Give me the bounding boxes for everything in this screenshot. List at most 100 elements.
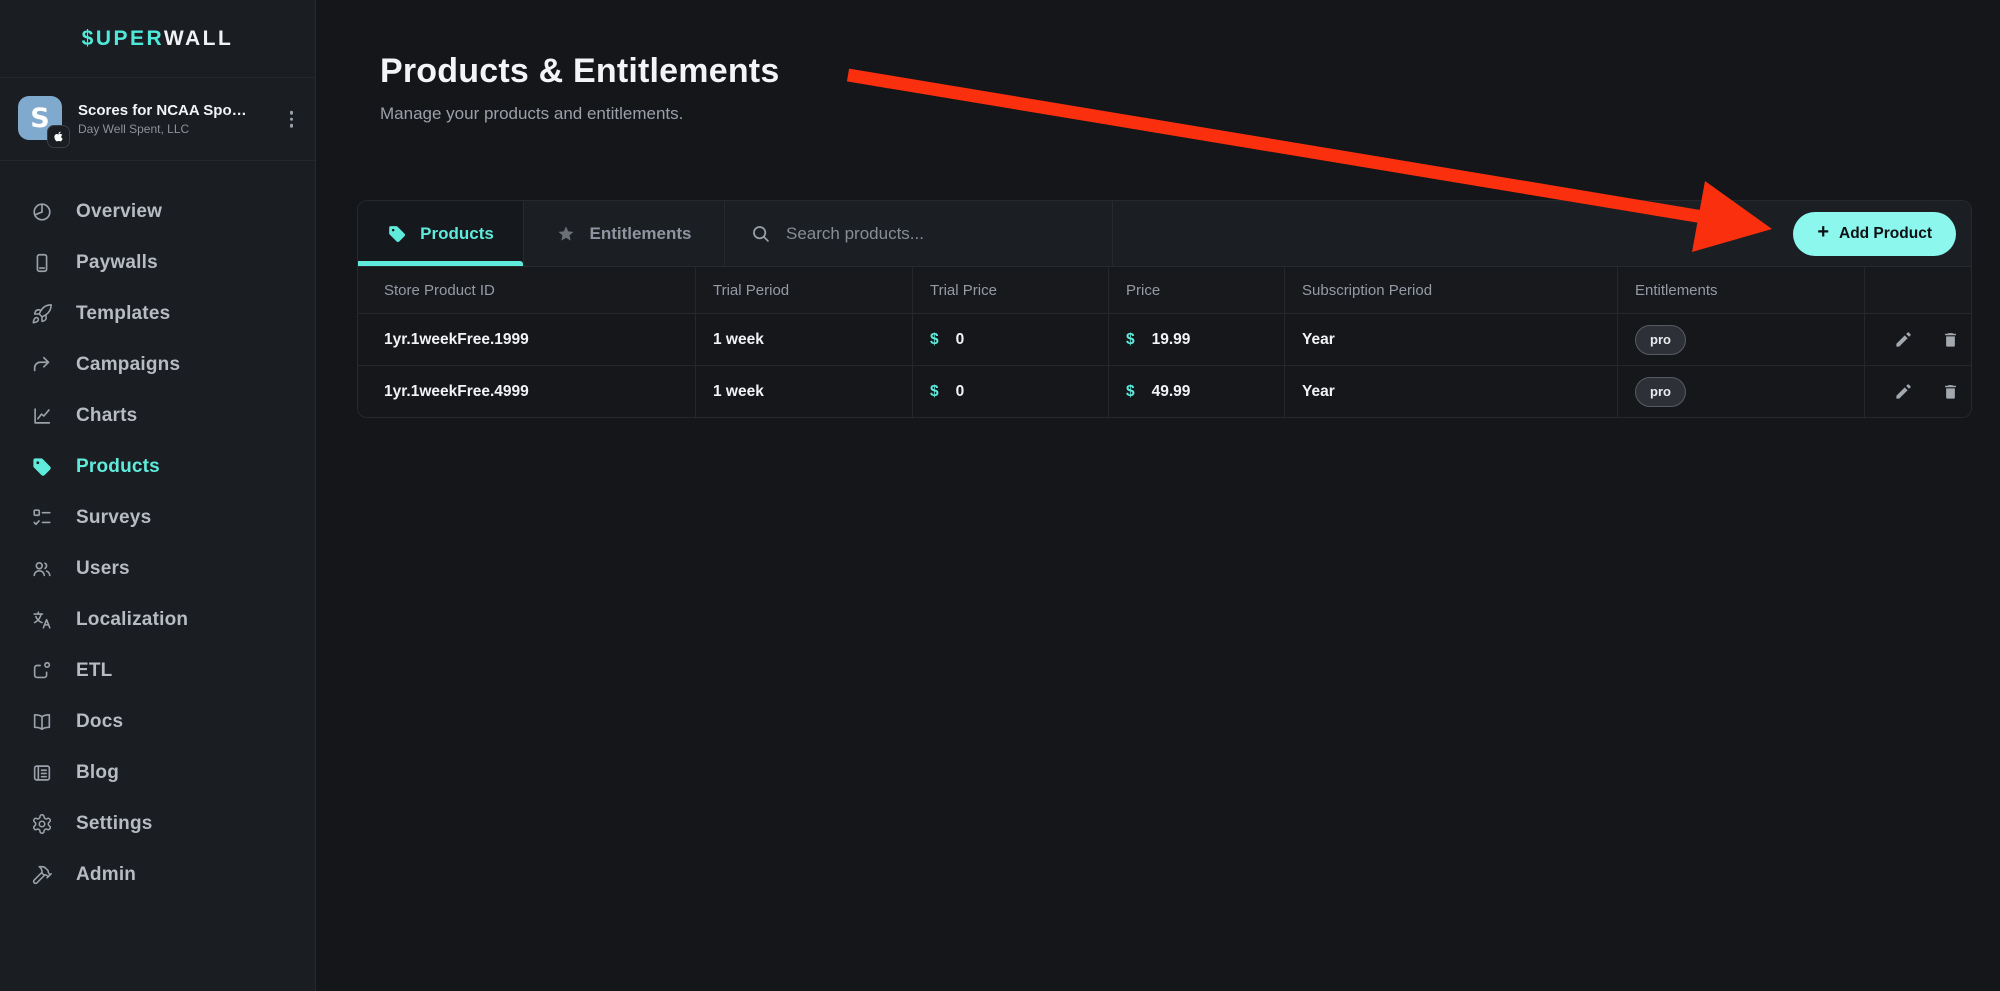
gear-icon <box>30 812 54 836</box>
app-icon: S <box>18 96 64 142</box>
clock-pie-icon <box>30 200 54 224</box>
column-header-store-product-id: Store Product ID <box>358 267 696 313</box>
entitlements-cell: pro <box>1618 366 1865 417</box>
column-header-subscription-period: Subscription Period <box>1285 267 1618 313</box>
logo-suffix: WALL <box>164 27 233 50</box>
currency-symbol: $ <box>1126 383 1135 401</box>
sidebar-item-label: Blog <box>76 762 119 784</box>
tab-bar: Products Entitlements + Add Product <box>358 201 1971 267</box>
sidebar: $UPERWALL S Scores for NCAA Spo… Day Wel… <box>0 0 316 991</box>
sidebar-item-label: Docs <box>76 711 123 733</box>
tab-entitlements[interactable]: Entitlements <box>524 201 725 266</box>
sidebar-item-campaigns[interactable]: Campaigns <box>0 339 315 390</box>
column-header-actions <box>1865 267 1971 313</box>
entitlements-cell: pro <box>1618 314 1865 365</box>
sidebar-item-admin[interactable]: Admin <box>0 849 315 900</box>
table-header-row: Store Product ID Trial Period Trial Pric… <box>358 267 1971 313</box>
sidebar-item-label: Templates <box>76 303 170 325</box>
column-header-price: Price <box>1109 267 1285 313</box>
column-header-entitlements: Entitlements <box>1618 267 1865 313</box>
app-menu-kebab-icon[interactable] <box>284 105 300 134</box>
page-title: Products & Entitlements <box>380 52 779 91</box>
newspaper-icon <box>30 761 54 785</box>
price: $ 19.99 <box>1109 314 1285 365</box>
logo-prefix: $UPER <box>82 27 164 50</box>
users-icon <box>30 557 54 581</box>
trash-icon <box>1941 382 1960 401</box>
book-icon <box>30 710 54 734</box>
sidebar-item-label: Localization <box>76 609 188 631</box>
price: $ 49.99 <box>1109 366 1285 417</box>
sidebar-item-label: ETL <box>76 660 113 682</box>
pencil-icon <box>1894 330 1913 349</box>
tag-icon <box>30 455 54 479</box>
trial-period: 1 week <box>696 366 913 417</box>
currency-symbol: $ <box>930 383 939 401</box>
tab-label: Products <box>420 224 494 244</box>
delete-button[interactable] <box>1939 380 1962 403</box>
tab-label: Entitlements <box>589 224 691 244</box>
subscription-period: Year <box>1285 314 1618 365</box>
sidebar-item-settings[interactable]: Settings <box>0 798 315 849</box>
sidebar-item-label: Products <box>76 456 160 478</box>
rocket-icon <box>30 302 54 326</box>
sidebar-item-blog[interactable]: Blog <box>0 747 315 798</box>
translate-icon <box>30 608 54 632</box>
row-actions <box>1882 380 1971 403</box>
sidebar-item-users[interactable]: Users <box>0 543 315 594</box>
column-header-trial-period: Trial Period <box>696 267 913 313</box>
products-panel: Products Entitlements + Add Product <box>357 200 1972 418</box>
sidebar-item-label: Paywalls <box>76 252 158 274</box>
sidebar-item-label: Charts <box>76 405 137 427</box>
subscription-period: Year <box>1285 366 1618 417</box>
apple-icon <box>52 130 65 143</box>
delete-button[interactable] <box>1939 328 1962 351</box>
amount: 49.99 <box>1152 383 1191 401</box>
trial-price: $ 0 <box>913 314 1109 365</box>
sidebar-item-paywalls[interactable]: Paywalls <box>0 237 315 288</box>
brand-logo[interactable]: $UPERWALL <box>0 0 315 78</box>
sidebar-item-label: Campaigns <box>76 354 180 376</box>
sidebar-item-products[interactable]: Products <box>0 441 315 492</box>
line-chart-icon <box>30 404 54 428</box>
trial-period: 1 week <box>696 314 913 365</box>
tab-products[interactable]: Products <box>358 201 524 266</box>
store-product-id: 1yr.1weekFree.4999 <box>358 366 696 417</box>
sidebar-item-etl[interactable]: ETL <box>0 645 315 696</box>
sidebar-item-label: Settings <box>76 813 153 835</box>
add-product-label: Add Product <box>1839 225 1932 243</box>
currency-symbol: $ <box>1126 331 1135 349</box>
row-actions <box>1882 328 1971 351</box>
column-header-trial-price: Trial Price <box>913 267 1109 313</box>
hammer-icon <box>30 863 54 887</box>
sidebar-item-label: Users <box>76 558 130 580</box>
add-product-button[interactable]: + Add Product <box>1793 212 1956 256</box>
app-switcher[interactable]: S Scores for NCAA Spo… Day Well Spent, L… <box>0 78 315 161</box>
sidebar-item-label: Overview <box>76 201 162 223</box>
edit-button[interactable] <box>1892 328 1915 351</box>
org-name: Day Well Spent, LLC <box>78 122 247 136</box>
table-row: 1yr.1weekFree.4999 1 week $ 0 $ 49.99 Ye… <box>358 365 1971 417</box>
sidebar-nav: Overview Paywalls Templates Campaigns <box>0 161 315 900</box>
sidebar-item-localization[interactable]: Localization <box>0 594 315 645</box>
sidebar-item-label: Surveys <box>76 507 151 529</box>
export-icon <box>30 659 54 683</box>
entitlement-badge: pro <box>1635 325 1686 355</box>
store-product-id: 1yr.1weekFree.1999 <box>358 314 696 365</box>
page-subtitle: Manage your products and entitlements. <box>380 104 779 124</box>
amount: 0 <box>956 331 965 349</box>
checklist-icon <box>30 506 54 530</box>
sidebar-item-charts[interactable]: Charts <box>0 390 315 441</box>
pencil-icon <box>1894 382 1913 401</box>
edit-button[interactable] <box>1892 380 1915 403</box>
tag-icon <box>387 224 407 244</box>
sidebar-item-overview[interactable]: Overview <box>0 186 315 237</box>
search-input[interactable] <box>786 224 1086 244</box>
app-window: $UPERWALL S Scores for NCAA Spo… Day Wel… <box>0 0 2000 991</box>
sidebar-item-surveys[interactable]: Surveys <box>0 492 315 543</box>
star-icon <box>556 224 576 244</box>
sidebar-item-docs[interactable]: Docs <box>0 696 315 747</box>
entitlement-badge: pro <box>1635 377 1686 407</box>
sidebar-item-templates[interactable]: Templates <box>0 288 315 339</box>
app-name: Scores for NCAA Spo… <box>78 102 247 119</box>
